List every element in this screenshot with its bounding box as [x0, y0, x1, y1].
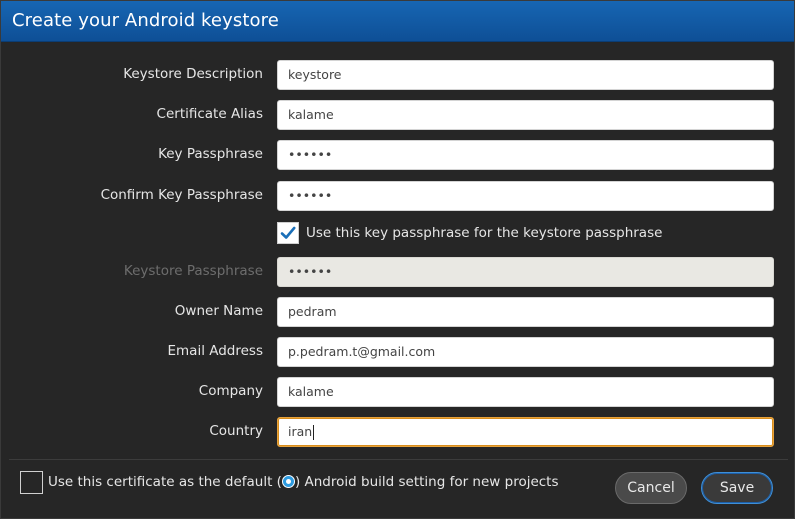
owner-name-row: Owner Name pedram: [1, 297, 795, 327]
certificate-alias-label: Certificate Alias: [156, 106, 263, 122]
key-passphrase-label: Key Passphrase: [158, 146, 263, 162]
email-address-row: Email Address p.pedram.t@gmail.com: [1, 337, 795, 367]
email-address-label: Email Address: [167, 343, 263, 359]
default-certificate-label: Use this certificate as the default ( ) A…: [48, 474, 559, 490]
default-certificate-label-suffix: ) Android build setting for new projects: [294, 474, 559, 490]
key-passphrase-row: Key Passphrase ••••••: [1, 140, 795, 170]
certificate-alias-input[interactable]: kalame: [277, 100, 774, 130]
use-key-passphrase-label: Use this key passphrase for the keystore…: [306, 225, 663, 241]
country-value: iran: [288, 424, 313, 439]
company-label: Company: [198, 383, 263, 399]
country-row: Country iran: [1, 417, 795, 447]
save-button[interactable]: Save: [701, 472, 773, 504]
confirm-key-passphrase-label: Confirm Key Passphrase: [100, 187, 263, 203]
footer-divider: [9, 459, 788, 460]
keystore-dialog: Create your Android keystore Keystore De…: [0, 0, 795, 519]
default-certificate-label-prefix: Use this certificate as the default (: [48, 474, 282, 490]
title-bar: Create your Android keystore: [1, 1, 794, 42]
keystore-description-row: Keystore Description keystore: [1, 60, 795, 90]
dialog-title: Create your Android keystore: [12, 10, 279, 31]
confirm-key-passphrase-input[interactable]: ••••••: [277, 181, 774, 211]
text-caret: [313, 425, 315, 440]
keystore-passphrase-label: Keystore Passphrase: [123, 263, 263, 279]
certificate-alias-row: Certificate Alias kalame: [1, 100, 795, 130]
checkmark-icon: [279, 224, 297, 242]
keystore-description-input[interactable]: keystore: [277, 60, 774, 90]
email-address-input[interactable]: p.pedram.t@gmail.com: [277, 337, 774, 367]
country-input[interactable]: iran: [277, 417, 774, 447]
keystore-passphrase-input: ••••••: [277, 257, 774, 287]
keystore-passphrase-row: Keystore Passphrase ••••••: [1, 257, 795, 287]
default-certificate-checkbox[interactable]: [20, 471, 43, 494]
company-input[interactable]: kalame: [277, 377, 774, 407]
use-key-passphrase-checkbox[interactable]: [277, 222, 299, 244]
confirm-key-passphrase-row: Confirm Key Passphrase ••••••: [1, 181, 795, 211]
company-row: Company kalame: [1, 377, 795, 407]
cancel-button[interactable]: Cancel: [615, 472, 687, 504]
info-icon: [281, 475, 295, 488]
owner-name-input[interactable]: pedram: [277, 297, 774, 327]
keystore-description-label: Keystore Description: [123, 66, 263, 82]
owner-name-label: Owner Name: [174, 303, 263, 319]
country-label: Country: [209, 423, 263, 439]
key-passphrase-input[interactable]: ••••••: [277, 140, 774, 170]
